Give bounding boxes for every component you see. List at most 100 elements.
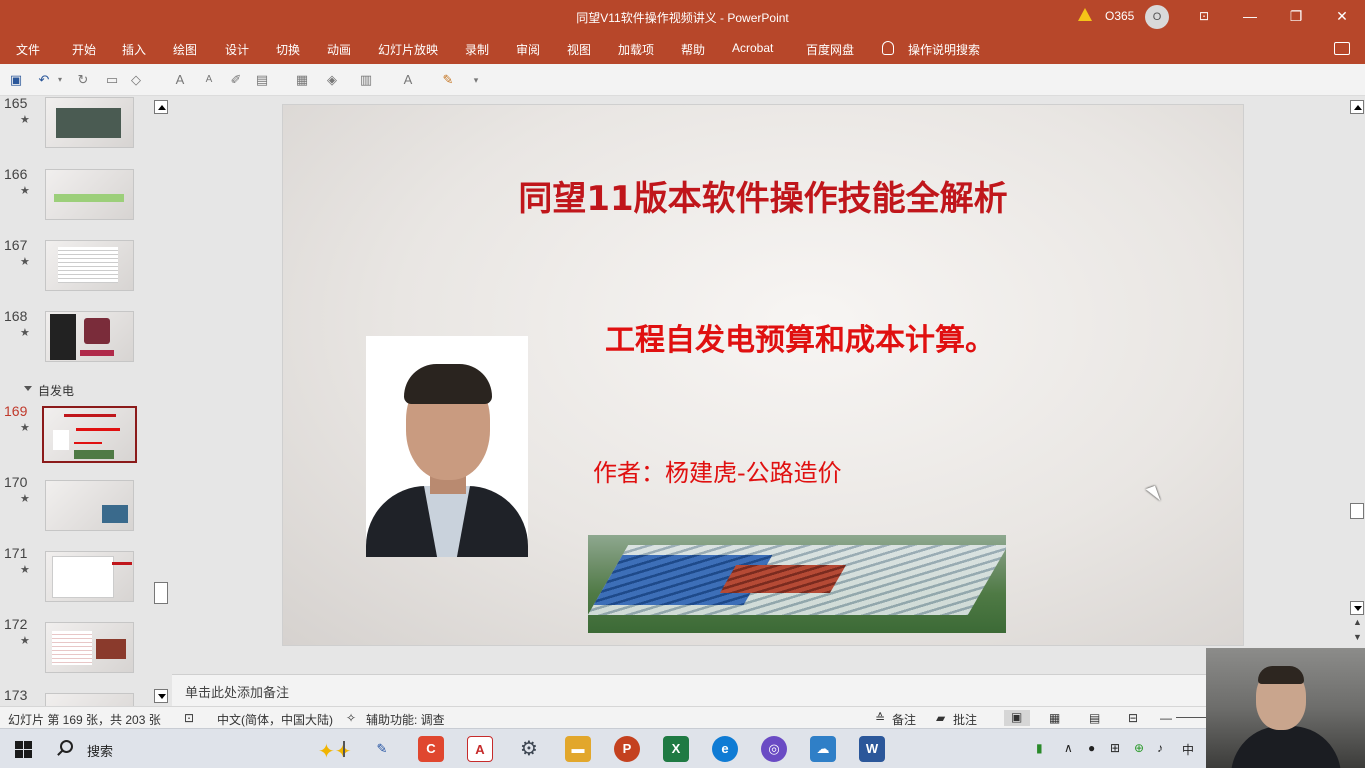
tab-design[interactable]: 设计 xyxy=(225,41,249,58)
shape-icon[interactable]: ◇ xyxy=(128,72,144,88)
browser-icon[interactable]: ◎ xyxy=(761,736,787,762)
scrollbar-thumb[interactable] xyxy=(1350,503,1364,519)
tab-review[interactable]: 审阅 xyxy=(516,41,540,58)
reading-view-icon[interactable]: ▤ xyxy=(1089,711,1100,725)
acrobat-icon[interactable]: A xyxy=(467,736,493,762)
next-slide-icon[interactable]: ▼ xyxy=(1353,632,1362,642)
c-app-icon[interactable]: C xyxy=(418,736,444,762)
table-borders-icon[interactable]: ▦ xyxy=(294,72,310,88)
notes-pane[interactable]: 单击此处添加备注 xyxy=(172,674,1207,706)
ribbon-display-options-icon[interactable]: ⊡ xyxy=(1194,6,1214,26)
tab-home[interactable]: 开始 xyxy=(72,41,96,58)
slide-title[interactable]: 同望11版本软件操作技能全解析 xyxy=(283,171,1243,220)
slide-thumbnail[interactable] xyxy=(45,622,134,673)
comments-icon[interactable] xyxy=(1334,42,1350,55)
section-collapse-icon[interactable] xyxy=(24,386,32,391)
scroll-down-button[interactable] xyxy=(1350,601,1364,615)
tab-insert[interactable]: 插入 xyxy=(122,41,146,58)
zoom-out-button[interactable]: — xyxy=(1160,711,1172,725)
file-explorer-brush-icon[interactable]: ✎ xyxy=(369,736,395,762)
windows-start-icon[interactable] xyxy=(15,741,32,758)
minimize-button[interactable]: — xyxy=(1240,6,1260,26)
show-hidden-icons-icon[interactable]: ∧ xyxy=(1064,741,1073,755)
tab-help[interactable]: 帮助 xyxy=(681,41,705,58)
tab-record[interactable]: 录制 xyxy=(465,41,489,58)
warning-icon[interactable] xyxy=(1078,8,1092,21)
author-portrait-image[interactable] xyxy=(366,336,528,557)
shape-fill-icon[interactable]: ◈ xyxy=(324,72,340,88)
zoom-slider[interactable] xyxy=(1176,717,1206,718)
notes-toggle-icon[interactable]: ≙ xyxy=(875,711,885,725)
close-button[interactable]: ✕ xyxy=(1332,6,1352,26)
tab-draw[interactable]: 绘图 xyxy=(173,41,197,58)
scroll-up-button[interactable] xyxy=(154,100,168,114)
tab-view[interactable]: 视图 xyxy=(567,41,591,58)
scroll-up-button[interactable] xyxy=(1350,100,1364,114)
battery-icon[interactable]: ▮ xyxy=(1036,741,1043,755)
factory-aerial-image[interactable] xyxy=(588,535,1006,633)
ime-indicator[interactable]: 中 xyxy=(1182,741,1194,758)
slide-sorter-view-icon[interactable]: ▦ xyxy=(1049,711,1060,725)
account-name[interactable]: O365 xyxy=(1105,9,1134,23)
slide-author[interactable]: 作者：杨建虎-公路造价 xyxy=(593,453,842,488)
microphone-icon[interactable]: ● xyxy=(1088,741,1095,755)
spelling-check-icon[interactable]: ⊡ xyxy=(184,711,194,725)
edge-icon[interactable]: e xyxy=(712,736,738,762)
tab-transitions[interactable]: 切换 xyxy=(276,41,300,58)
taskbar-search[interactable]: 搜索 ✦✦ xyxy=(50,733,352,765)
undo-icon[interactable]: ↶ xyxy=(36,72,52,88)
save-icon[interactable]: ▣ xyxy=(8,72,24,88)
layout-icon[interactable]: ▤ xyxy=(254,72,270,88)
comments-button[interactable]: 批注 xyxy=(953,711,977,728)
normal-view-icon[interactable]: ▣ xyxy=(1004,710,1030,726)
tab-file[interactable]: 文件 xyxy=(16,41,40,58)
slide-thumbnail[interactable] xyxy=(45,693,134,706)
powerpoint-icon[interactable]: P xyxy=(614,736,640,762)
current-slide[interactable]: 同望11版本软件操作技能全解析 工程自发电预算和成本计算。 作者：杨建虎-公路造… xyxy=(282,104,1244,646)
update-icon[interactable]: ⊕ xyxy=(1134,741,1144,755)
language-indicator[interactable]: 中文(简体，中国大陆) xyxy=(217,711,333,728)
slide-thumbnail[interactable] xyxy=(45,169,134,220)
tab-addins[interactable]: 加载项 xyxy=(618,41,654,58)
table-icon[interactable]: ▥ xyxy=(358,72,374,88)
excel-icon[interactable]: X xyxy=(663,736,689,762)
volume-icon[interactable]: ♪ xyxy=(1157,741,1163,755)
slide-thumbnail[interactable] xyxy=(45,240,134,291)
clear-format-icon[interactable]: ✐ xyxy=(228,72,244,88)
tab-slideshow[interactable]: 幻灯片放映 xyxy=(378,41,438,58)
notes-placeholder[interactable]: 单击此处添加备注 xyxy=(185,682,289,701)
settings-icon[interactable]: ⚙ xyxy=(516,736,542,762)
format-painter-icon[interactable]: ✎ xyxy=(440,72,456,88)
slideshow-view-icon[interactable]: ⊟ xyxy=(1128,711,1138,725)
accessibility-icon[interactable]: ✧ xyxy=(346,711,356,725)
avatar[interactable]: O xyxy=(1145,5,1169,29)
slide-thumbnail[interactable] xyxy=(45,97,134,148)
slide-thumbnail-selected[interactable] xyxy=(42,406,137,463)
accessibility-status[interactable]: 辅助功能: 调查 xyxy=(366,711,445,728)
restore-button[interactable]: ❐ xyxy=(1286,6,1306,26)
font-grow-icon[interactable]: A xyxy=(172,72,188,88)
thumbnail-scrollbar[interactable] xyxy=(153,96,169,706)
screen-capture-icon[interactable]: ⊞ xyxy=(1110,741,1120,755)
tab-acrobat[interactable]: Acrobat xyxy=(732,41,773,55)
undo-dropdown-icon[interactable]: ▾ xyxy=(52,72,68,88)
scrollbar-thumb[interactable] xyxy=(154,582,168,604)
start-from-beginning-icon[interactable]: ▭ xyxy=(104,72,120,88)
scroll-down-button[interactable] xyxy=(154,689,168,703)
slide-thumbnail[interactable] xyxy=(45,480,134,531)
word-icon[interactable]: W xyxy=(859,736,885,762)
customize-icon[interactable]: ▾ xyxy=(468,72,484,88)
network-app-icon[interactable]: ☁ xyxy=(810,736,836,762)
slide-thumbnail[interactable] xyxy=(45,551,134,602)
slide-subtitle[interactable]: 工程自发电预算和成本计算。 xyxy=(605,315,995,359)
tab-baidu-netdisk[interactable]: 百度网盘 xyxy=(806,41,854,58)
comments-toggle-icon[interactable]: ▰ xyxy=(936,711,945,725)
folder-icon[interactable]: ▬ xyxy=(565,736,591,762)
font-shrink-icon[interactable]: A xyxy=(201,72,217,88)
tell-me-search[interactable]: 操作说明搜索 xyxy=(908,41,980,58)
font-color-icon[interactable]: A xyxy=(400,72,416,88)
slide-scrollbar[interactable]: ▲ ▼ xyxy=(1350,96,1365,674)
redo-icon[interactable]: ↻ xyxy=(75,72,91,88)
notes-button[interactable]: 备注 xyxy=(892,711,916,728)
section-label[interactable]: 自发电 xyxy=(38,382,74,399)
